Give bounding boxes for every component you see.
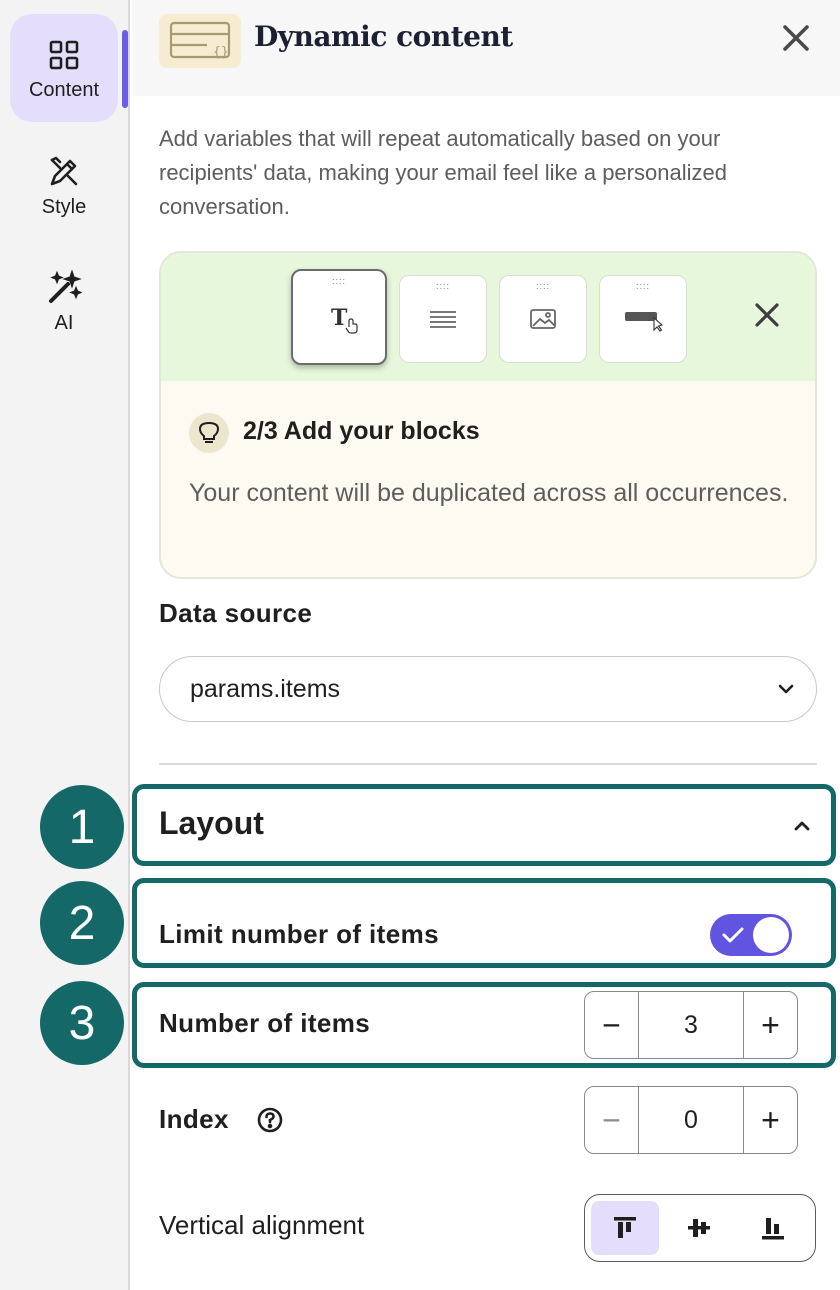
plus-icon: + xyxy=(761,1101,780,1138)
align-bottom-icon xyxy=(762,1218,784,1240)
close-icon xyxy=(755,303,779,327)
button-block-icon: :::: xyxy=(599,275,687,363)
help-icon[interactable] xyxy=(256,1106,284,1134)
tip-illustration: :::: T :::: :::: :::: xyxy=(161,253,815,381)
magic-wand-icon xyxy=(44,268,84,308)
align-middle-icon xyxy=(688,1219,710,1237)
plus-icon: + xyxy=(761,1006,780,1043)
step-badge-1: 1 xyxy=(40,785,124,869)
panel-description: Add variables that will repeat automatic… xyxy=(159,126,727,219)
section-divider xyxy=(159,763,817,765)
panel-header: {} Dynamic content xyxy=(132,0,840,96)
minus-icon: − xyxy=(602,1006,621,1043)
layout-section-title[interactable]: Layout xyxy=(159,805,264,842)
increment-button[interactable]: + xyxy=(744,992,797,1058)
active-indicator xyxy=(122,30,128,108)
checkmark-icon xyxy=(722,927,744,943)
index-value[interactable]: 0 xyxy=(638,1087,744,1153)
close-icon xyxy=(783,25,809,51)
brush-pen-icon xyxy=(44,152,84,192)
number-of-items-label: Number of items xyxy=(159,1008,371,1038)
align-bottom-button[interactable] xyxy=(739,1201,807,1255)
decrement-button[interactable]: − xyxy=(585,1087,638,1153)
increment-button[interactable]: + xyxy=(744,1087,797,1153)
toggle-knob xyxy=(753,917,789,953)
align-middle-button[interactable] xyxy=(665,1201,733,1255)
rail-item-style[interactable]: Style xyxy=(10,140,118,230)
left-rail: Content Style AI xyxy=(0,0,130,1290)
page-title: Dynamic content xyxy=(254,20,513,53)
index-label: Index xyxy=(159,1104,229,1134)
close-panel-button[interactable] xyxy=(780,22,812,54)
paragraph-block-icon: :::: xyxy=(399,275,487,363)
step-badge-3: 3 xyxy=(40,981,124,1065)
align-top-icon xyxy=(614,1217,636,1238)
rail-item-content[interactable]: Content xyxy=(10,14,118,122)
text-block-icon: :::: T xyxy=(291,269,387,365)
rail-label-style: Style xyxy=(41,195,87,218)
decrement-button[interactable]: − xyxy=(585,992,638,1058)
svg-text:{}: {} xyxy=(213,45,229,60)
dismiss-tip-button[interactable] xyxy=(751,299,783,331)
data-source-label: Data source xyxy=(159,598,313,628)
chevron-down-icon xyxy=(778,684,794,694)
image-block-icon: :::: xyxy=(499,275,587,363)
data-source-select[interactable]: params.items xyxy=(159,656,817,722)
lightbulb-icon xyxy=(189,413,229,453)
number-of-items-stepper: − 3 + xyxy=(584,991,798,1059)
vertical-alignment-label: Vertical alignment xyxy=(159,1210,365,1240)
minus-icon: − xyxy=(602,1101,621,1138)
rail-label-ai: AI xyxy=(54,311,74,334)
vertical-alignment-control xyxy=(584,1194,816,1262)
data-source-value: params.items xyxy=(190,674,341,703)
grid-icon xyxy=(44,35,84,75)
svg-text:T: T xyxy=(331,305,348,331)
rail-item-ai[interactable]: AI xyxy=(10,256,118,346)
tip-step-title: 2/3 Add your blocks xyxy=(243,417,480,445)
number-of-items-value[interactable]: 3 xyxy=(638,992,744,1058)
align-top-button[interactable] xyxy=(591,1201,659,1255)
index-stepper: − 0 + xyxy=(584,1086,798,1154)
limit-items-toggle[interactable] xyxy=(710,914,792,956)
settings-panel: {} Dynamic content Add variables that wi… xyxy=(132,0,840,1290)
chevron-up-icon[interactable] xyxy=(792,816,812,836)
rail-label-content: Content xyxy=(28,78,100,101)
dynamic-content-icon: {} xyxy=(159,14,241,68)
step-badge-2: 2 xyxy=(40,881,124,965)
tip-text: Your content will be duplicated across a… xyxy=(189,479,789,507)
onboarding-tip-card: :::: T :::: :::: :::: 2/3 Add your block… xyxy=(159,251,817,579)
limit-items-label: Limit number of items xyxy=(159,919,439,949)
